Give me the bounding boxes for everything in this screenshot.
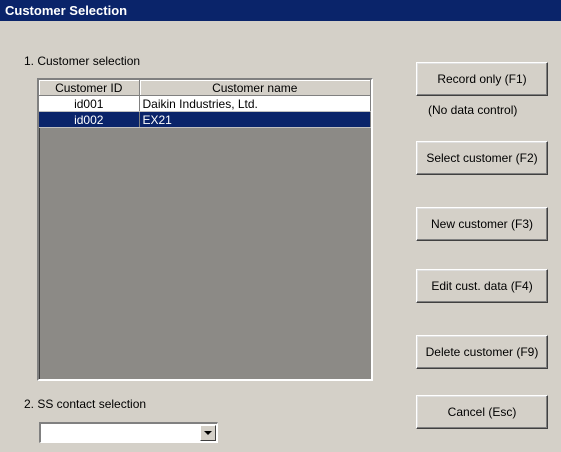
select-customer-button[interactable]: Select customer (F2)	[416, 141, 548, 175]
customer-name-cell: Daikin Industries, Ltd.	[139, 95, 371, 112]
customer-id-cell: id001	[39, 95, 140, 112]
column-header-customer-name[interactable]: Customer name	[139, 80, 371, 96]
record-only-button[interactable]: Record only (F1)	[416, 62, 548, 96]
edit-customer-button[interactable]: Edit cust. data (F4)	[416, 269, 548, 303]
delete-customer-button[interactable]: Delete customer (F9)	[416, 335, 548, 369]
chevron-down-icon[interactable]	[200, 425, 216, 441]
table-row-selected[interactable]: id002 EX21	[39, 111, 371, 128]
new-customer-button[interactable]: New customer (F3)	[416, 207, 548, 241]
no-data-control-note: (No data control)	[428, 103, 518, 117]
ss-contact-selection-label: 2. SS contact selection	[24, 397, 147, 411]
cancel-button[interactable]: Cancel (Esc)	[416, 395, 548, 429]
customer-grid[interactable]: Customer ID Customer name id001 Daikin I…	[37, 78, 373, 381]
customer-name-cell: EX21	[139, 111, 371, 128]
customer-id-cell: id002	[39, 111, 140, 128]
table-row[interactable]: id001 Daikin Industries, Ltd.	[39, 95, 371, 112]
customer-selection-label: 1. Customer selection	[24, 54, 141, 68]
column-header-customer-id[interactable]: Customer ID	[39, 80, 140, 96]
ss-contact-dropdown[interactable]	[39, 422, 218, 443]
window-title: Customer Selection	[0, 0, 561, 21]
